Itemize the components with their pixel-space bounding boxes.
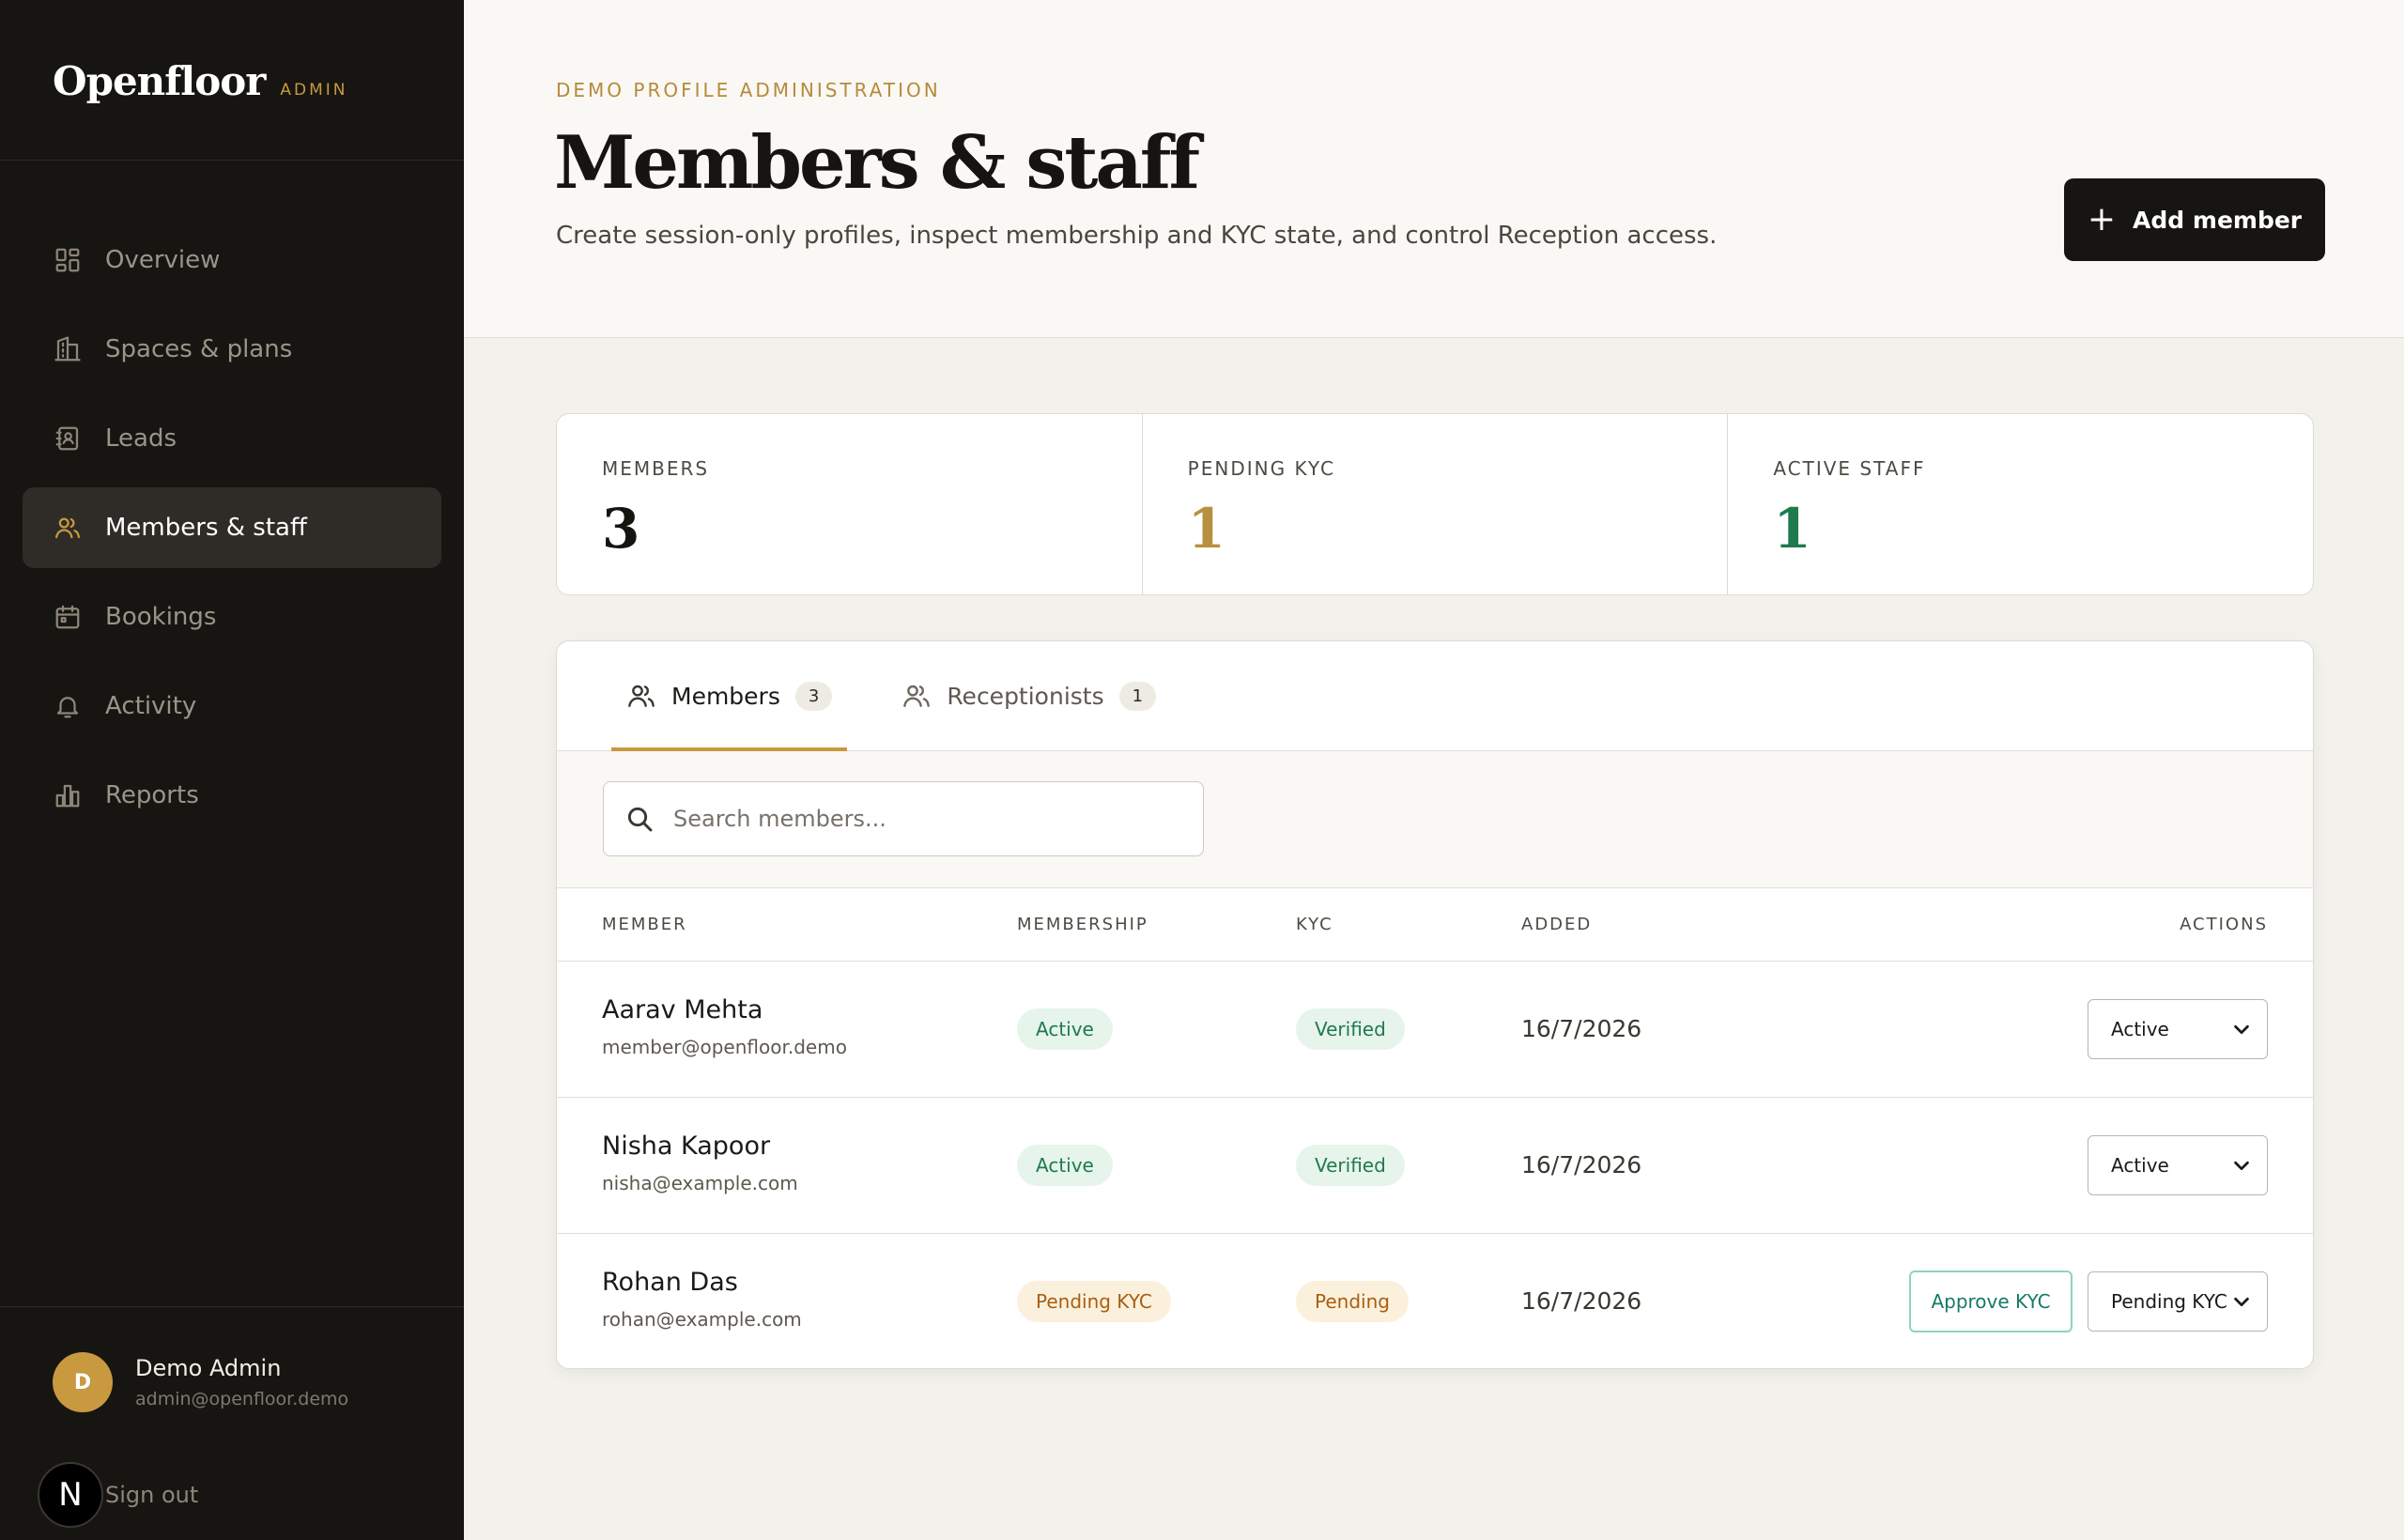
column-header-kyc: KYC: [1296, 915, 1333, 934]
membership-status-badge: Active: [1017, 1009, 1113, 1050]
table-header: MEMBER MEMBERSHIP KYC ADDED ACTIONS: [557, 888, 2313, 962]
column-header-membership: MEMBERSHIP: [1017, 915, 1148, 934]
building-icon: [53, 334, 83, 364]
user-name: Demo Admin: [135, 1355, 282, 1381]
tab-receptionists[interactable]: Receptionists 1: [886, 641, 1171, 750]
added-date: 16/7/2026: [1521, 1287, 1642, 1315]
search-box: [603, 781, 1204, 856]
sidebar-item-label: Reports: [105, 781, 199, 809]
users-icon: [903, 685, 931, 707]
tab-members[interactable]: Members 3: [611, 641, 848, 751]
approve-kyc-button[interactable]: Approve KYC: [1909, 1270, 2073, 1332]
brand: Openfloor ADMIN: [0, 0, 464, 161]
sidebar-item-bookings[interactable]: Bookings: [23, 577, 441, 657]
member-email: nisha@example.com: [602, 1172, 798, 1194]
brand-name[interactable]: Openfloor: [53, 58, 266, 104]
stat-label: ACTIVE STAFF: [1773, 457, 1926, 480]
page-header: DEMO PROFILE ADMINISTRATION Members & st…: [464, 0, 2404, 338]
membership-status-badge: Active: [1017, 1145, 1113, 1186]
tab-label: Receptionists: [947, 682, 1104, 710]
sidebar-item-label: Members & staff: [105, 514, 307, 542]
added-date: 16/7/2026: [1521, 1015, 1642, 1042]
table-row: Aarav Mehta member@openfloor.demo Active…: [557, 962, 2313, 1098]
bell-icon: [53, 691, 83, 721]
sidebar-item-label: Bookings: [105, 603, 217, 631]
status-select[interactable]: Active: [2088, 999, 2268, 1059]
tab-label: Members: [671, 682, 780, 710]
stat-value: 1: [1773, 497, 1811, 561]
member-email: member@openfloor.demo: [602, 1036, 847, 1058]
column-header-actions: ACTIONS: [2180, 915, 2268, 934]
stat-label: PENDING KYC: [1187, 457, 1335, 480]
sidebar-item-label: Leads: [105, 424, 177, 453]
sidebar-item-label: Activity: [105, 692, 197, 720]
stat-label: MEMBERS: [602, 457, 710, 480]
kyc-status-badge: Verified: [1296, 1009, 1405, 1050]
sidebar-item-activity[interactable]: Activity: [23, 666, 441, 747]
plus-icon: +: [2087, 200, 2117, 239]
add-member-button[interactable]: + Add member: [2064, 178, 2325, 261]
users-icon: [628, 685, 655, 707]
bar-chart-icon: [53, 780, 83, 810]
grid-icon: [53, 245, 83, 275]
chevron-down-icon: [2231, 1155, 2252, 1176]
add-member-label: Add member: [2133, 206, 2303, 234]
sidebar-footer: D Demo Admin admin@openfloor.demo Sign o…: [0, 1306, 464, 1540]
sign-out-link[interactable]: Sign out: [105, 1482, 198, 1508]
search-input[interactable]: [673, 806, 1199, 832]
page-eyebrow: DEMO PROFILE ADMINISTRATION: [556, 79, 941, 101]
tab-count-badge: 3: [794, 681, 833, 711]
stat-pending-kyc: PENDING KYC 1: [1143, 414, 1729, 594]
member-name: Nisha Kapoor: [602, 1132, 771, 1161]
table-row: Nisha Kapoor nisha@example.com Active Ve…: [557, 1098, 2313, 1234]
chevron-down-icon: [2231, 1019, 2252, 1040]
member-name: Aarav Mehta: [602, 995, 763, 1024]
search-icon: [627, 807, 653, 832]
page-subtitle: Create session-only profiles, inspect me…: [556, 222, 1718, 250]
stat-value: 3: [602, 497, 640, 561]
membership-status-badge: Pending KYC: [1017, 1281, 1171, 1322]
sidebar-item-label: Spaces & plans: [105, 335, 293, 363]
sidebar-item-label: Overview: [105, 246, 221, 274]
member-email: rohan@example.com: [602, 1308, 802, 1331]
page-title: Members & staff: [554, 120, 1200, 206]
added-date: 16/7/2026: [1521, 1151, 1642, 1178]
sidebar-nav: Overview Spaces & plans Leads Members & …: [0, 161, 464, 836]
kyc-status-badge: Verified: [1296, 1145, 1405, 1186]
calendar-icon: [53, 602, 83, 632]
members-panel: Members 3 Receptionists 1 MEMBER MEMBERS…: [556, 640, 2314, 1369]
sidebar: Openfloor ADMIN Overview Spaces & plans …: [0, 0, 464, 1540]
member-name: Rohan Das: [602, 1268, 738, 1297]
chevron-down-icon: [2231, 1291, 2252, 1312]
stat-members: MEMBERS 3: [557, 414, 1143, 594]
table-row: Rohan Das rohan@example.com Pending KYC …: [557, 1234, 2313, 1368]
column-header-added: ADDED: [1521, 915, 1593, 934]
column-header-member: MEMBER: [602, 915, 687, 934]
brand-tag: ADMIN: [280, 81, 348, 100]
sidebar-item-overview[interactable]: Overview: [23, 220, 441, 300]
user-email: admin@openfloor.demo: [135, 1389, 349, 1409]
status-select[interactable]: Active: [2088, 1135, 2268, 1195]
status-select[interactable]: Pending KYC: [2088, 1271, 2268, 1332]
status-select-value: Active: [2111, 1018, 2169, 1040]
stat-active-staff: ACTIVE STAFF 1: [1728, 414, 2313, 594]
search-bar-area: [557, 751, 2313, 888]
status-select-value: Active: [2111, 1154, 2169, 1177]
stat-value: 1: [1187, 497, 1226, 561]
sidebar-item-spaces-plans[interactable]: Spaces & plans: [23, 309, 441, 390]
sidebar-item-reports[interactable]: Reports: [23, 755, 441, 836]
tab-bar: Members 3 Receptionists 1: [557, 641, 2313, 751]
tab-count-badge: 1: [1118, 681, 1157, 711]
sidebar-item-members-staff[interactable]: Members & staff: [23, 487, 441, 568]
stats-cards: MEMBERS 3 PENDING KYC 1 ACTIVE STAFF 1: [556, 413, 2314, 595]
sidebar-item-leads[interactable]: Leads: [23, 398, 441, 479]
dev-badge-icon[interactable]: N: [38, 1462, 103, 1528]
status-select-value: Pending KYC: [2111, 1290, 2227, 1313]
kyc-status-badge: Pending: [1296, 1281, 1409, 1322]
user-profile: D Demo Admin admin@openfloor.demo: [53, 1352, 348, 1412]
avatar: D: [53, 1352, 113, 1412]
contact-book-icon: [53, 424, 83, 454]
users-icon: [53, 513, 83, 543]
